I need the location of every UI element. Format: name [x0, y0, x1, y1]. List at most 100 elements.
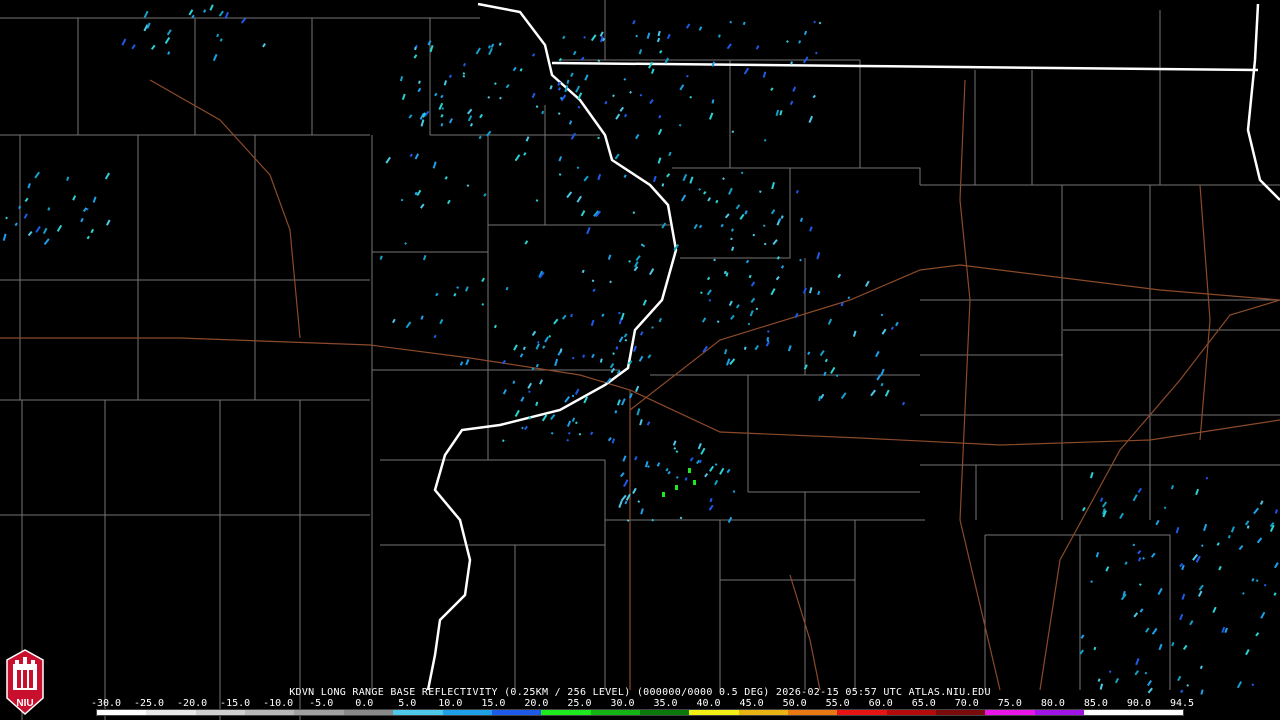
scale-label: 35.0 [653, 698, 678, 709]
echo-pixel [728, 187, 733, 195]
echo-pixel [620, 494, 627, 502]
echo-pixel [1181, 593, 1186, 600]
echo-pixel [716, 320, 720, 324]
echo-pixel [143, 10, 149, 18]
echo-pixel [520, 396, 525, 402]
scale-swatch [738, 710, 789, 715]
echo-pixel [1099, 497, 1104, 502]
echo-pixel [584, 74, 589, 81]
echo-pixel [1274, 509, 1278, 514]
echo-pixel [722, 177, 725, 181]
echo-pixel [636, 408, 641, 416]
echo-pixel [413, 54, 418, 59]
scale-label: 85.0 [1083, 698, 1108, 709]
echo-pixel [483, 193, 487, 197]
echo-pixel [678, 123, 682, 127]
echo-pixel [401, 93, 406, 101]
echo-pixel [1139, 608, 1144, 613]
echo-pixel [439, 318, 444, 325]
scale-swatch [245, 710, 295, 715]
echo-pixel [809, 226, 813, 232]
echo-pixel [1144, 671, 1148, 675]
echo-pixel [618, 311, 621, 315]
echo-pixel [706, 289, 712, 296]
echo-pixel [611, 438, 616, 444]
echo-pixel [523, 152, 527, 156]
echo-pixel [1082, 506, 1086, 512]
echo-pixel [726, 468, 731, 474]
echo-pixel [729, 20, 733, 24]
echo-pixel [459, 361, 464, 366]
echo-pixel [895, 321, 899, 327]
echo-pixel [649, 99, 654, 105]
echo-pixel [767, 330, 770, 333]
echo-pixel [711, 99, 715, 104]
echo-pixel [521, 426, 524, 430]
echo-pixel [150, 44, 156, 50]
echo-pixel [541, 110, 545, 115]
echo-pixel [90, 228, 95, 234]
echo-pixel [698, 26, 703, 31]
echo-pixel [562, 35, 566, 40]
echo-pixel [1230, 526, 1235, 533]
echo-pixel [463, 62, 466, 67]
echo-pixel [1147, 680, 1152, 687]
echo-pixel [662, 492, 665, 497]
echo-pixel [775, 276, 780, 281]
echo-pixel [469, 123, 474, 127]
echo-pixel [679, 516, 683, 520]
echo-pixel [486, 130, 492, 137]
echo-pixel [633, 261, 639, 268]
echo-pixel [672, 440, 677, 446]
echo-pixel [1163, 506, 1167, 510]
scale-label: -10.0 [263, 698, 294, 709]
scale-swatch [590, 710, 640, 715]
echo-pixel [1133, 612, 1139, 618]
echo-pixel [763, 242, 767, 246]
echo-pixel [519, 68, 523, 72]
echo-pixel [1105, 566, 1110, 572]
color-scale-bar [96, 709, 1184, 716]
echo-pixel [634, 456, 638, 461]
echo-pixel [770, 209, 776, 215]
echo-pixel [1255, 632, 1260, 637]
echo-pixel [743, 67, 750, 75]
echo-pixel [745, 259, 750, 264]
echo-pixel [726, 43, 732, 50]
echo-pixel [1142, 556, 1145, 560]
echo-pixel [724, 349, 728, 355]
echo-pixel [1263, 583, 1267, 587]
echo-pixel [824, 358, 828, 363]
echo-pixel [656, 462, 661, 467]
echo-pixel [651, 518, 655, 522]
echo-pixel [646, 421, 651, 426]
echo-pixel [5, 216, 8, 220]
echo-pixel [409, 153, 413, 158]
echo-pixel [456, 286, 459, 289]
echo-pixel [1200, 544, 1204, 548]
echo-pixel [755, 307, 759, 311]
echo-pixel [847, 296, 851, 300]
echo-pixel [624, 338, 628, 342]
echo-pixel [561, 314, 567, 320]
scale-label: 5.0 [398, 698, 417, 709]
echo-pixel [525, 136, 530, 142]
echo-pixel [667, 470, 671, 475]
echo-pixel [901, 401, 906, 406]
echo-pixel [618, 336, 624, 343]
svg-text:NIU: NIU [16, 698, 33, 709]
echo-pixel [646, 32, 651, 39]
echo-pixel [708, 504, 714, 511]
echo-pixel [649, 268, 655, 276]
echo-pixel [642, 299, 647, 306]
echo-pixel [661, 183, 665, 187]
echo-pixel [528, 390, 531, 393]
echo-pixel [689, 95, 693, 99]
echo-pixel [27, 183, 31, 189]
echo-pixel [802, 287, 807, 294]
echo-pixel [499, 96, 502, 100]
echo-pixel [817, 290, 821, 296]
echo-pixel [750, 281, 756, 287]
echo-pixel [432, 161, 437, 169]
echo-pixel [704, 472, 709, 478]
